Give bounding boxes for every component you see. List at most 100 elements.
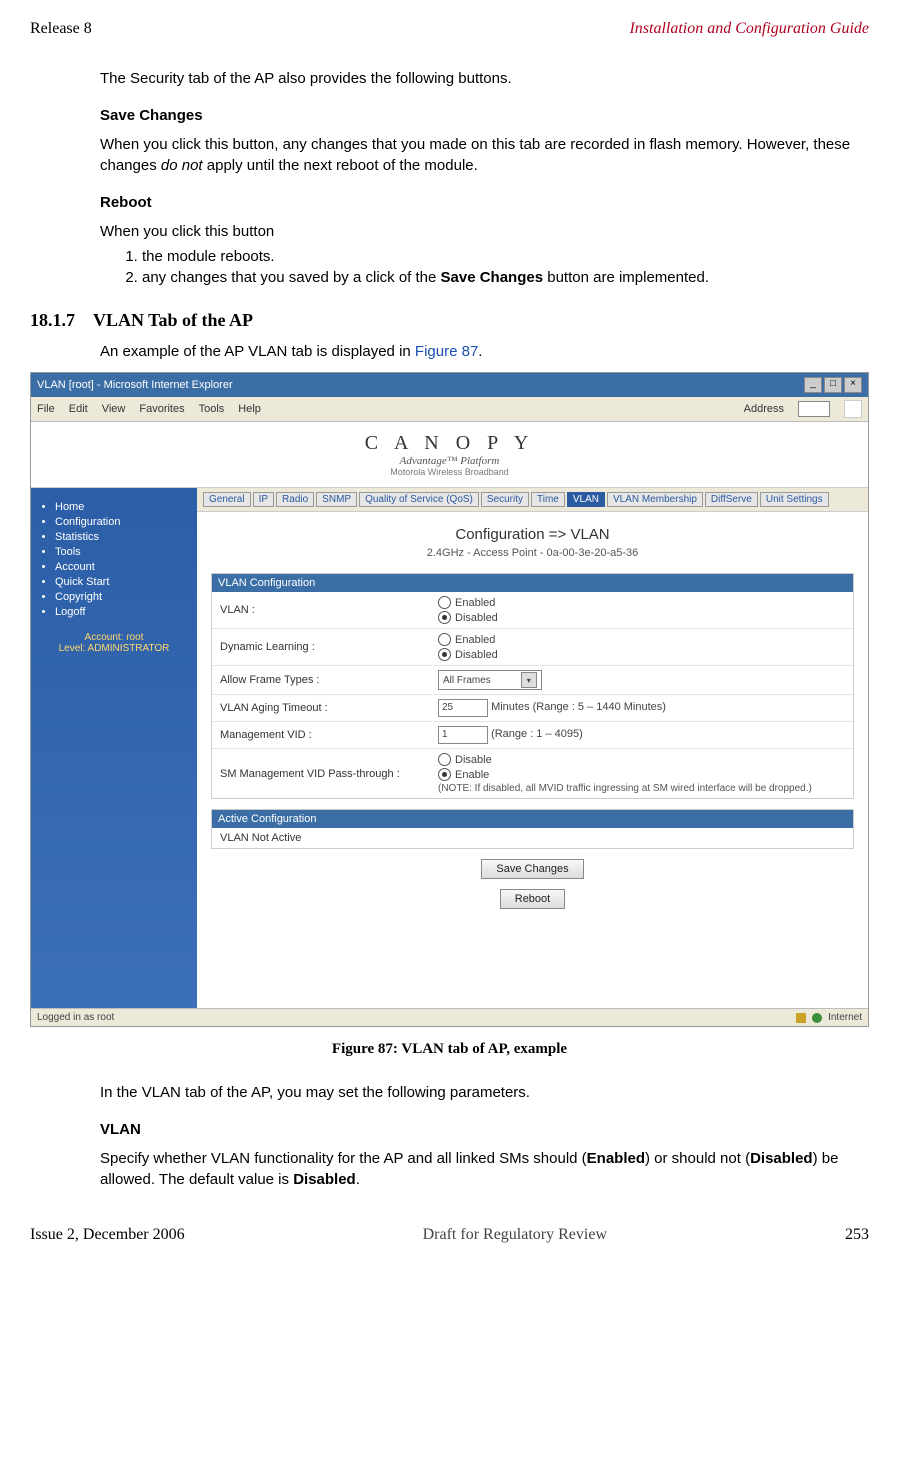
minimize-button[interactable]: _ [804,377,822,393]
save-changes-heading: Save Changes [100,107,859,124]
tab-diffserve[interactable]: DiffServe [705,492,758,507]
sidebar-item-quickstart[interactable]: Quick Start [55,576,189,588]
footer-page-number: 253 [845,1226,869,1244]
reboot-item-2-post: button are implemented. [543,269,709,286]
ie-logo-icon [844,400,862,418]
reboot-item-2-pre: any changes that you saved by a click of… [142,269,441,286]
reboot-item-2-bold: Save Changes [441,269,544,286]
tab-radio[interactable]: Radio [276,492,314,507]
tab-vlan[interactable]: VLAN [567,492,605,507]
vlan-param-enabled: Enabled [587,1150,645,1167]
tab-strip: General IP Radio SNMP Quality of Service… [197,488,868,512]
dyn-enabled-radio[interactable] [438,633,451,646]
account-level: Level: ADMINISTRATOR [39,643,189,654]
smpt-enable-label: Enable [455,769,489,781]
section-lead: An example of the AP VLAN tab is display… [100,341,859,362]
tab-security[interactable]: Security [481,492,529,507]
smpt-note: (NOTE: If disabled, all MVID traffic ing… [438,783,845,794]
sidebar-item-account[interactable]: Account [55,561,189,573]
maximize-button[interactable]: □ [824,377,842,393]
menu-favorites[interactable]: Favorites [139,403,184,415]
mgmt-vid-label: Management VID : [220,729,430,741]
reboot-button[interactable]: Reboot [500,889,565,909]
reboot-item-2: any changes that you saved by a click of… [142,269,859,286]
reboot-lead: When you click this button [100,221,859,242]
menu-view[interactable]: View [102,403,126,415]
section-lead-pre: An example of the AP VLAN tab is display… [100,343,415,360]
vlan-enabled-radio[interactable] [438,596,451,609]
config-page-title: Configuration => VLAN [197,526,868,543]
tab-vlan-membership[interactable]: VLAN Membership [607,492,703,507]
lock-icon [796,1013,806,1023]
section-title: VLAN Tab of the AP [93,310,253,331]
tab-qos[interactable]: Quality of Service (QoS) [359,492,479,507]
mgmt-vid-hint: (Range : 1 – 4095) [491,728,583,740]
screenshot-figure: VLAN [root] - Microsoft Internet Explore… [30,372,869,1027]
sidebar-item-home[interactable]: Home [55,501,189,513]
sidebar-item-tools[interactable]: Tools [55,546,189,558]
status-left: Logged in as root [37,1012,114,1023]
allow-frames-value: All Frames [443,675,491,686]
vlan-param-end: . [356,1171,360,1188]
chevron-down-icon: ▾ [521,672,537,688]
window-titlebar: VLAN [root] - Microsoft Internet Explore… [31,373,868,397]
tab-general[interactable]: General [203,492,251,507]
tab-snmp[interactable]: SNMP [316,492,357,507]
dyn-disabled-radio[interactable] [438,648,451,661]
menu-file[interactable]: File [37,403,55,415]
sidebar-item-logoff[interactable]: Logoff [55,606,189,618]
active-config-panel: Active Configuration VLAN Not Active [211,809,854,849]
menu-edit[interactable]: Edit [69,403,88,415]
app-header: C A N O P Y Advantage™ Platform Motorola… [31,422,868,488]
vlan-param-heading: VLAN [100,1121,859,1138]
smpt-enable-radio[interactable] [438,768,451,781]
address-input[interactable] [798,401,830,417]
ie-status-bar: Logged in as root Internet [31,1008,868,1026]
aging-timeout-hint: Minutes (Range : 5 – 1440 Minutes) [491,701,666,713]
aging-timeout-input[interactable]: 25 [438,699,488,717]
allow-frames-select[interactable]: All Frames ▾ [438,670,542,690]
section-lead-post: . [478,343,482,360]
save-changes-emph: do not [161,157,203,174]
smpt-disable-radio[interactable] [438,753,451,766]
save-changes-button[interactable]: Save Changes [481,859,583,879]
config-page-subtitle: 2.4GHz - Access Point - 0a-00-3e-20-a5-3… [197,547,868,559]
vlan-disabled-label: Disabled [455,612,498,624]
canopy-subline: Motorola Wireless Broadband [31,467,868,477]
save-changes-text: When you click this button, any changes … [100,134,859,176]
reboot-list: the module reboots. any changes that you… [124,248,859,286]
vlan-disabled-radio[interactable] [438,611,451,624]
allow-frames-label: Allow Frame Types : [220,674,430,686]
tab-unit-settings[interactable]: Unit Settings [760,492,829,507]
section-num: 18.1.7 [30,310,75,331]
menu-tools[interactable]: Tools [199,403,225,415]
vlan-param-mid: ) or should not ( [645,1150,750,1167]
header-right: Installation and Configuration Guide [629,20,869,38]
save-changes-post: apply until the next reboot of the modul… [203,157,478,174]
vlan-config-panel-header: VLAN Configuration [212,574,853,592]
active-config-text: VLAN Not Active [220,832,301,844]
dynamic-learning-label: Dynamic Learning : [220,641,430,653]
sidebar-item-statistics[interactable]: Statistics [55,531,189,543]
post-figure-text: In the VLAN tab of the AP, you may set t… [100,1082,859,1103]
sidebar-item-configuration[interactable]: Configuration [55,516,189,528]
mgmt-vid-input[interactable]: 1 [438,726,488,744]
tab-time[interactable]: Time [531,492,565,507]
reboot-item-1: the module reboots. [142,248,859,265]
sidebar-item-copyright[interactable]: Copyright [55,591,189,603]
canopy-tagline: Advantage™ Platform [31,455,868,467]
menu-help[interactable]: Help [238,403,261,415]
active-config-header: Active Configuration [212,810,853,828]
vlan-config-panel: VLAN Configuration VLAN : Enabled Disabl… [211,573,854,799]
tab-ip[interactable]: IP [253,492,274,507]
reboot-heading: Reboot [100,194,859,211]
vlan-label: VLAN : [220,604,430,616]
intro-paragraph: The Security tab of the AP also provides… [100,68,859,89]
dyn-enabled-label: Enabled [455,634,495,646]
figure-link[interactable]: Figure 87 [415,343,478,360]
footer-mid: Draft for Regulatory Review [423,1226,607,1244]
canopy-logo: C A N O P Y [31,432,868,455]
smpt-disable-label: Disable [455,754,492,766]
vlan-param-text: Specify whether VLAN functionality for t… [100,1148,859,1190]
close-button[interactable]: × [844,377,862,393]
